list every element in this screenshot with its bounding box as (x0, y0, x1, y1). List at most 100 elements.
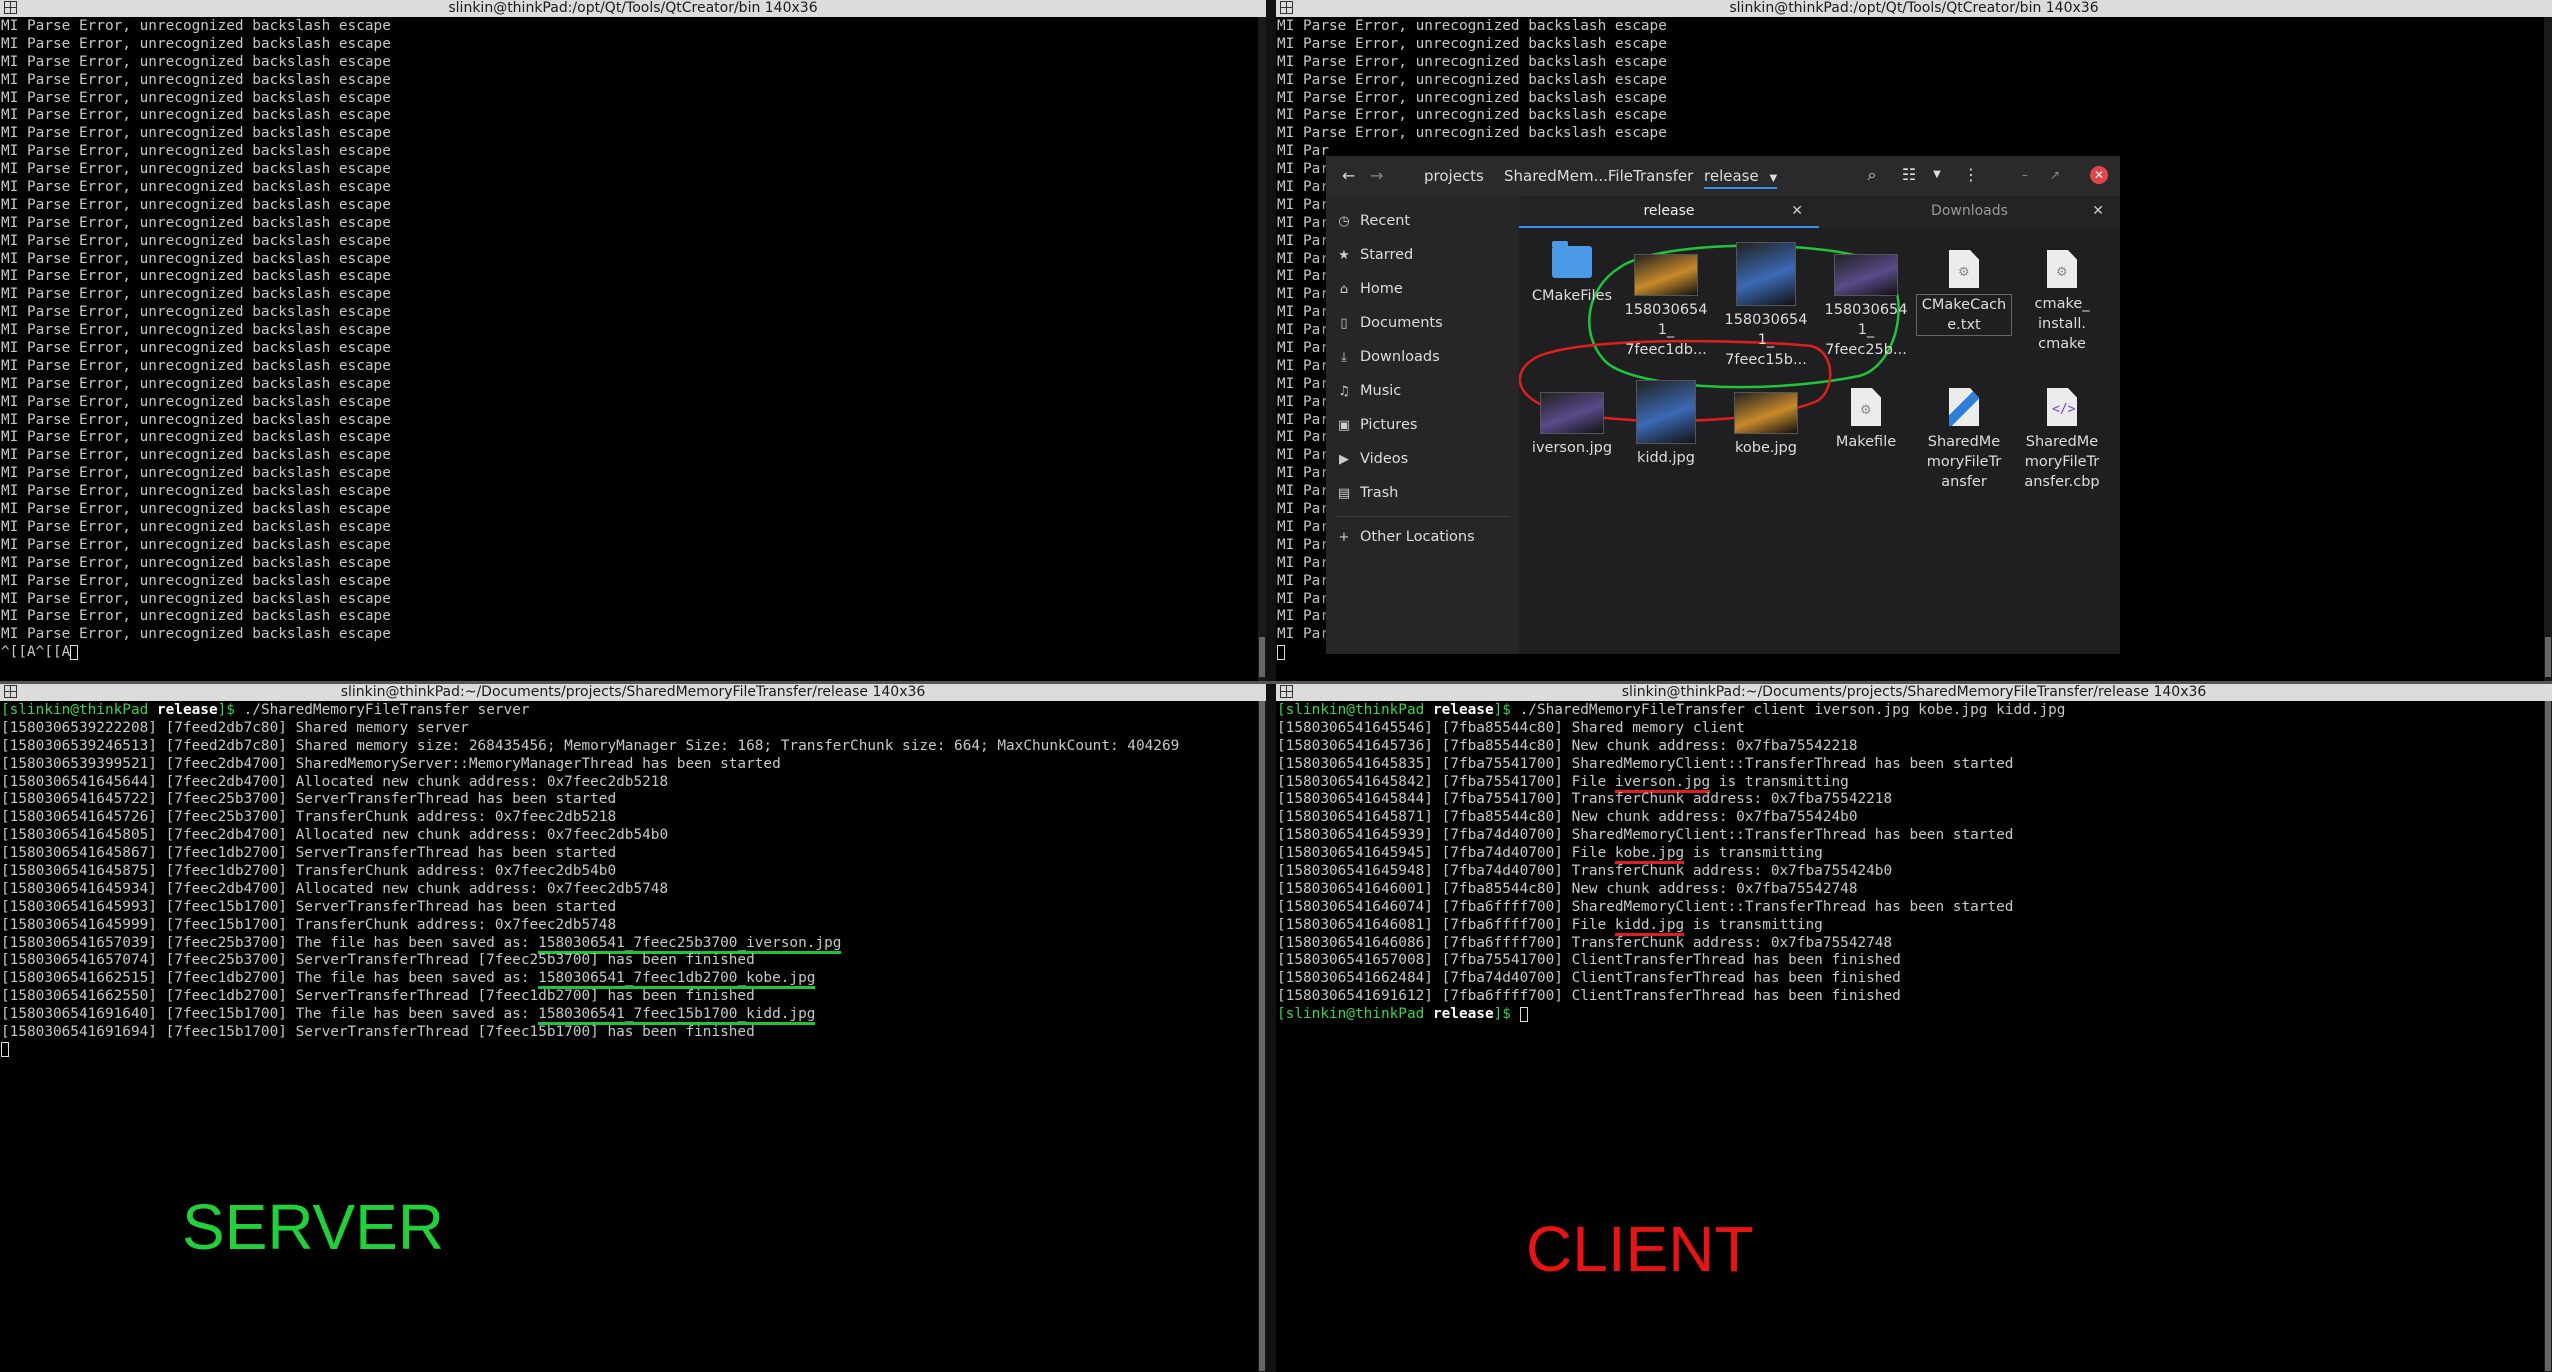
file-name-label: CMakeFiles (1531, 288, 1613, 304)
terminal-line: [1580306541662550] [7feec1db2700] Server… (1, 988, 755, 1005)
file-item[interactable]: ⚙ Makefile (1818, 380, 1914, 452)
terminal-top-left[interactable]: slinkin@thinkPad:/opt/Qt/Tools/QtCreator… (0, 0, 1266, 681)
terminal-line: MI Parse Error, unrecognized backslash e… (1, 554, 391, 571)
terminal-output[interactable]: [slinkin@thinkPad release]$ ./SharedMemo… (1, 702, 1266, 1372)
view-list-icon[interactable]: ☷ (1898, 164, 1920, 186)
executable-icon (1949, 388, 1979, 426)
terminal-split-icon[interactable] (4, 685, 17, 698)
close-window-icon[interactable]: ✕ (2090, 166, 2108, 184)
terminal-line: MI Parse Error, unrecognized backslash e… (1, 357, 391, 374)
terminal-split-icon[interactable] (1280, 685, 1293, 698)
file-item[interactable]: kobe.jpg (1718, 380, 1814, 458)
close-tab-icon[interactable]: ✕ (1791, 196, 1803, 226)
image-thumbnail-icon (1734, 392, 1798, 434)
image-thumbnail-icon (1636, 380, 1696, 444)
terminal-line: MI Parse Error, unrecognized backslash e… (1, 626, 391, 643)
maximize-icon[interactable]: ↗ (2044, 164, 2066, 186)
terminal-line: [1580306541645948] [7fba74d40700] Transf… (1277, 863, 1893, 880)
home-icon: ⌂ (1339, 282, 1349, 297)
terminal-title-bar: slinkin@thinkPad:~/Documents/projects/Sh… (1276, 684, 2552, 701)
underline-annotation: 1580306541_7feec25b3700_iverson.jpg (538, 934, 842, 954)
sidebar-item-music[interactable]: ♫ Music (1336, 376, 1401, 406)
file-item[interactable]: kidd.jpg (1618, 380, 1714, 468)
underline-annotation: iverson.jpg (1614, 773, 1711, 793)
split-divider-horizontal[interactable] (0, 681, 2552, 684)
terminal-line: [1580306541645871] [7fba85544c80] New ch… (1277, 809, 1858, 826)
prompt-line: [slinkin@thinkPad release]$ (1277, 1006, 2552, 1024)
breadcrumb-project-folder[interactable]: SharedMem...FileTransfer (1504, 165, 1693, 187)
sidebar-item-downloads[interactable]: ⤓ Downloads (1336, 342, 1440, 372)
file-manager-window[interactable]: ← → projects SharedMem...FileTransfer re… (1326, 156, 2120, 654)
tab-bar: release ✕ Downloads ✕ (1519, 196, 2120, 228)
sidebar-item-documents[interactable]: ▯ Documents (1336, 308, 1442, 338)
terminal-line: [1580306541645546] [7fba85544c80] Shared… (1277, 719, 1745, 736)
prompt-line: [slinkin@thinkPad release]$ ./SharedMemo… (1277, 702, 2552, 720)
terminal-line: [1580306541645993] [7feec15b1700] Server… (1, 898, 617, 915)
terminal-line: [1580306541645722] [7feec25b3700] Server… (1, 791, 617, 808)
terminal-line: [1580306541657074] [7feec25b3700] Server… (1, 952, 755, 969)
terminal-server[interactable]: slinkin@thinkPad:~/Documents/projects/Sh… (0, 684, 1266, 1372)
terminal-line: [1580306541645842] [7fba75541700] File i… (1277, 773, 2552, 793)
terminal-line: MI Parse Error, unrecognized backslash e… (1, 125, 391, 142)
terminal-client[interactable]: slinkin@thinkPad:~/Documents/projects/Sh… (1276, 684, 2552, 1372)
split-divider-vertical[interactable] (1266, 0, 1276, 1372)
close-tab-icon[interactable]: ✕ (2092, 196, 2104, 226)
terminal-title: slinkin@thinkPad:/opt/Qt/Tools/QtCreator… (1729, 0, 2099, 16)
file-item[interactable]: iverson.jpg (1524, 380, 1620, 458)
terminal-line: MI Parse Error, unrecognized backslash e… (1, 71, 391, 88)
prompt-line: [slinkin@thinkPad release]$ ./SharedMemo… (1, 702, 1266, 720)
terminal-line: MI Parse Error, unrecognized backslash e… (1, 375, 391, 392)
sidebar-item-other-locations[interactable]: + Other Locations (1336, 522, 1475, 552)
terminal-split-icon[interactable] (4, 1, 17, 14)
terminal-title: slinkin@thinkPad:~/Documents/projects/Sh… (1621, 684, 2207, 700)
sidebar-item-recent[interactable]: ◷ Recent (1336, 206, 1410, 236)
command-text: ./SharedMemoryFileTransfer client iverso… (1510, 702, 2066, 718)
terminal-line: MI Parse Error, unrecognized backslash e… (1, 143, 391, 160)
search-icon[interactable]: ⌕ (1861, 164, 1883, 186)
file-item[interactable]: 158030654 1_ 7feec15b... (1718, 242, 1814, 370)
terminal-line: MI Parse Error, unrecognized backslash e… (1, 268, 391, 285)
file-item[interactable]: SharedMe moryFileTr ansfer (1916, 380, 2012, 492)
terminal-line: MI Parse Error, unrecognized backslash e… (1, 18, 391, 34)
file-item[interactable]: </> SharedMe moryFileTr ansfer.cbp (2014, 380, 2110, 492)
file-item[interactable]: ⚙ CMakeCach e.txt (1916, 242, 2012, 336)
sidebar-item-starred[interactable]: ★ Starred (1336, 240, 1413, 270)
sidebar-item-videos[interactable]: ▶ Videos (1336, 444, 1408, 474)
image-thumbnail-icon (1540, 392, 1604, 434)
breadcrumb-projects[interactable]: projects (1424, 165, 1484, 187)
terminal-output[interactable]: MI Parse Error, unrecognized backslash e… (1, 18, 1266, 681)
terminal-line: MI Parse Error, unrecognized backslash e… (1, 322, 391, 339)
forward-arrow-icon[interactable]: → (1370, 166, 1383, 185)
file-item[interactable]: 158030654 1_ 7feec1db... (1618, 242, 1714, 360)
menu-kebab-icon[interactable]: ⋮ (1960, 164, 1982, 186)
sidebar-item-pictures[interactable]: ▣ Pictures (1336, 410, 1418, 440)
trash-icon: ▤ (1337, 486, 1351, 501)
video-icon: ▶ (1339, 452, 1349, 467)
minimize-icon[interactable]: – (2014, 164, 2036, 186)
scrollbar[interactable] (1258, 17, 1266, 681)
sidebar-item-home[interactable]: ⌂ Home (1336, 274, 1403, 304)
tab-release[interactable]: release ✕ (1519, 196, 1819, 228)
terminal-output[interactable]: [slinkin@thinkPad release]$ ./SharedMemo… (1277, 702, 2552, 1372)
terminal-line: [1580306541657039] [7feec25b3700] The fi… (1, 934, 1266, 954)
terminal-line: [1580306541646074] [7fba6ffff700] Shared… (1277, 898, 2014, 915)
file-item[interactable]: CMakeFiles (1524, 241, 1620, 306)
tab-downloads[interactable]: Downloads ✕ (1819, 196, 2120, 226)
terminal-line: [1580306541645644] [7feec2db4700] Alloca… (1, 773, 669, 790)
breadcrumb-release[interactable]: release ▼ (1704, 165, 1778, 189)
back-arrow-icon[interactable]: ← (1342, 166, 1355, 185)
scrollbar[interactable] (2544, 701, 2552, 1372)
recent-icon: ◷ (1338, 214, 1350, 229)
image-thumbnail-icon (1834, 254, 1898, 296)
scrollbar[interactable] (2544, 17, 2552, 681)
text-file-icon: ⚙ (1851, 388, 1881, 426)
scrollbar[interactable] (1258, 701, 1266, 1372)
terminal-line: MI Parse Error, unrecognized backslash e… (1277, 53, 1667, 70)
terminal-split-icon[interactable] (1280, 1, 1293, 14)
text-file-icon: ⚙ (2047, 250, 2077, 288)
view-options-chevron-icon[interactable]: ▼ (1926, 164, 1948, 186)
sidebar-item-trash[interactable]: ▤ Trash (1336, 478, 1398, 508)
file-item[interactable]: 158030654 1_ 7feec25b... (1818, 242, 1914, 360)
file-item[interactable]: ⚙ cmake_ install. cmake (2014, 242, 2110, 354)
terminal-line: [1580306541657008] [7fba75541700] Client… (1277, 952, 1901, 969)
